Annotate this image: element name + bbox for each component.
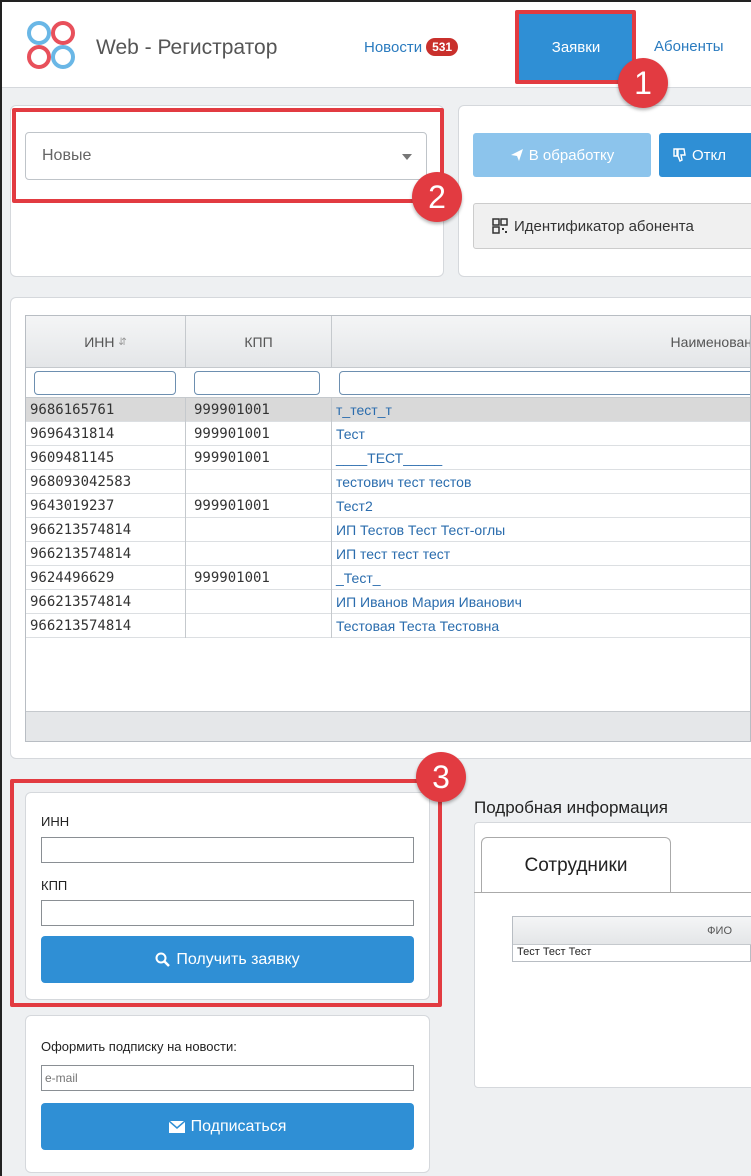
employee-row[interactable]: Тест Тест Тест [517,946,591,958]
subscribe-button[interactable]: Подписаться [41,1103,414,1150]
table-header: ИНН ⇵ КПП Наименован [26,316,750,368]
highlight-box-2 [12,108,444,203]
cell-kpp: 999901001 [186,398,332,422]
employees-table: ФИО Тест Тест Тест [512,916,751,962]
cell-inn: 966213574814 [26,518,186,542]
cell-name: Тест [336,426,365,442]
cell-kpp [186,614,332,638]
cell-inn: 9624496629 [26,566,186,590]
cell-name: тестович тест тестов [336,474,472,490]
table-row[interactable]: 9643019237 999901001 Тест2 [26,494,750,518]
cell-kpp [186,590,332,614]
annotation-marker-3: 3 [416,752,466,802]
inn-filter-input[interactable] [34,371,176,395]
cell-kpp [186,542,332,566]
tab-divider [474,892,751,893]
cell-name: Тестовая Теста Тестовна [336,618,500,634]
reject-button[interactable]: Откл [659,133,751,177]
cell-inn: 966213574814 [26,590,186,614]
news-count-badge: 531 [426,38,459,56]
cell-inn: 966213574814 [26,614,186,638]
cell-name: ИП Тестов Тест Тест-оглы [336,522,506,538]
table-row[interactable]: 966213574814 ИП Тестов Тест Тест-оглы [26,518,750,542]
nav-news-label: Новости [364,39,423,56]
requests-table: ИНН ⇵ КПП Наименован 9686165761 999901001… [25,315,751,742]
annotation-marker-2: 2 [412,172,462,222]
table-row[interactable]: 9624496629 999901001 _Тест_ [26,566,750,590]
cell-name: ____ТЕСТ_____ [336,450,443,466]
subscribe-label: Подписаться [190,1117,287,1135]
table-row[interactable]: 9609481145 999901001 ____ТЕСТ_____ [26,446,750,470]
table-row[interactable]: 966213574814 Тестовая Теста Тестовна [26,614,750,638]
subscriber-identifier-button[interactable]: Идентификатор абонента [473,203,751,249]
details-title: Подробная информация [474,798,668,817]
name-filter-input[interactable] [339,371,750,395]
cell-name: ИП Иванов Мария Иванович [336,594,522,610]
cell-name: т_тест_т [336,402,392,418]
cell-name: _Тест_ [336,570,381,586]
envelope-icon [168,1120,185,1133]
cell-name: Тест2 [336,498,373,514]
qr-code-icon [492,218,508,234]
highlight-box-3 [10,779,442,1007]
cell-name: ИП тест тест тест [336,546,451,562]
cell-inn: 9696431814 [26,422,186,446]
subscribe-title: Оформить подписку на новости: [41,1039,237,1054]
column-header-fio[interactable]: ФИО [513,917,751,945]
thumbs-down-icon [673,148,686,162]
column-header-kpp[interactable]: КПП [186,316,332,368]
to-processing-label: В обработку [528,146,615,164]
kpp-filter-input[interactable] [194,371,320,395]
email-field[interactable] [41,1065,414,1091]
subscriber-identifier-label: Идентификатор абонента [514,217,694,235]
filter-row [26,368,750,398]
tab-employees[interactable]: Сотрудники [481,837,671,893]
cell-kpp: 999901001 [186,422,332,446]
table-row[interactable]: 968093042583 тестович тест тестов [26,470,750,494]
cell-kpp: 999901001 [186,446,332,470]
sort-icon: ⇵ [118,336,127,348]
cell-kpp: 999901001 [186,566,332,590]
cell-kpp [186,518,332,542]
cell-inn: 9609481145 [26,446,186,470]
nav-news-link[interactable]: Новости 531 [364,38,459,56]
app-title: Web - Регистратор [96,36,278,59]
column-header-name[interactable]: Наименован [332,316,750,368]
cell-inn: 9643019237 [26,494,186,518]
annotation-marker-1: 1 [618,58,668,108]
column-header-inn[interactable]: ИНН ⇵ [26,316,186,368]
cell-inn: 966213574814 [26,542,186,566]
table-row[interactable]: 966213574814 ИП тест тест тест [26,542,750,566]
cell-kpp [186,470,332,494]
logo-icon [27,21,75,69]
cell-kpp: 999901001 [186,494,332,518]
highlight-box-1 [515,10,636,84]
table-row[interactable]: 966213574814 ИП Иванов Мария Иванович [26,590,750,614]
send-icon [510,149,523,161]
table-pager [26,711,750,741]
cell-inn: 9686165761 [26,398,186,422]
table-row[interactable]: 9686165761 999901001 т_тест_т [26,398,750,422]
reject-label: Откл [692,146,727,164]
actions-panel [458,105,751,277]
nav-tab-subscribers[interactable]: Абоненты [654,38,724,55]
to-processing-button[interactable]: В обработку [473,133,651,177]
cell-inn: 968093042583 [26,470,186,494]
table-row[interactable]: 9696431814 999901001 Тест [26,422,750,446]
